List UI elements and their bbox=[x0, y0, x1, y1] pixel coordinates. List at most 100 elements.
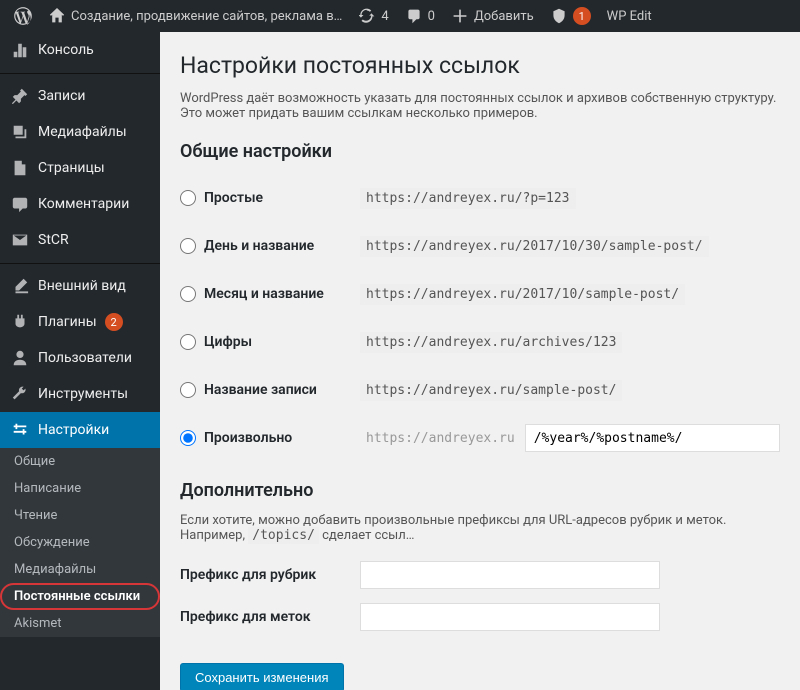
page-icon bbox=[10, 158, 30, 178]
sidebar-item-users[interactable]: Пользователи bbox=[0, 340, 160, 376]
submenu-writing[interactable]: Написание bbox=[0, 475, 160, 502]
option-sample: https://andreyex.ru/archives/123 bbox=[360, 332, 622, 353]
sidebar-item-comments[interactable]: Комментарии bbox=[0, 186, 160, 222]
sidebar-item-posts[interactable]: Записи bbox=[0, 78, 160, 114]
permalink-option-month-name: Месяц и название https://andreyex.ru/201… bbox=[180, 270, 780, 318]
radio-day-name[interactable] bbox=[180, 238, 196, 254]
notifications-badge: 1 bbox=[573, 7, 591, 25]
option-sample: https://andreyex.ru/?p=123 bbox=[360, 188, 576, 209]
submenu-reading[interactable]: Чтение bbox=[0, 502, 160, 529]
option-label: Месяц и название bbox=[204, 286, 324, 302]
sidebar-item-tools[interactable]: Инструменты bbox=[0, 376, 160, 412]
custom-prefix: https://andreyex.ru bbox=[360, 428, 521, 449]
category-prefix-label: Префикс для рубрик bbox=[180, 567, 360, 583]
comments-count: 0 bbox=[428, 9, 435, 24]
option-sample: https://andreyex.ru/2017/10/sample-post/ bbox=[360, 284, 685, 305]
updates-link[interactable]: 4 bbox=[350, 0, 396, 32]
site-home-link[interactable]: Создание, продвижение сайтов, реклама в… bbox=[40, 0, 350, 32]
sidebar-item-dashboard[interactable]: Консоль bbox=[0, 32, 160, 68]
wpedit-label: WP Edit bbox=[607, 9, 652, 24]
radio-custom[interactable] bbox=[180, 430, 196, 446]
sidebar-item-label: Страницы bbox=[38, 160, 105, 176]
sidebar-item-label: Внешний вид bbox=[38, 278, 126, 294]
option-label: Простые bbox=[204, 190, 263, 206]
mail-icon bbox=[10, 230, 30, 250]
wordpress-icon bbox=[14, 7, 32, 25]
sidebar-item-appearance[interactable]: Внешний вид bbox=[0, 268, 160, 304]
wp-logo[interactable] bbox=[6, 0, 40, 32]
sidebar-item-stcr[interactable]: StCR bbox=[0, 222, 160, 258]
sidebar-item-pages[interactable]: Страницы bbox=[0, 150, 160, 186]
sidebar-item-label: Пользователи bbox=[38, 350, 132, 366]
option-label: Название записи bbox=[204, 382, 317, 398]
section-additional-heading: Дополнительно bbox=[180, 480, 780, 501]
update-icon bbox=[358, 7, 376, 25]
sidebar-item-label: Медиафайлы bbox=[38, 124, 127, 140]
plugins-badge: 2 bbox=[105, 313, 123, 331]
wrench-icon bbox=[10, 384, 30, 404]
section-common-heading: Общие настройки bbox=[180, 141, 780, 162]
sidebar-item-label: Консоль bbox=[38, 42, 94, 58]
radio-plain[interactable] bbox=[180, 190, 196, 206]
site-title: Создание, продвижение сайтов, реклама в… bbox=[71, 9, 342, 24]
additional-description: Если хотите, можно добавить произвольные… bbox=[180, 513, 780, 543]
add-new-link[interactable]: Добавить bbox=[443, 0, 542, 32]
option-label: Цифры bbox=[204, 334, 252, 350]
save-button[interactable]: Сохранить изменения bbox=[180, 663, 344, 690]
sidebar-item-label: StCR bbox=[38, 232, 69, 248]
pin-icon bbox=[10, 86, 30, 106]
page-description: WordPress даёт возможность указать для п… bbox=[180, 91, 780, 121]
radio-postname[interactable] bbox=[180, 382, 196, 398]
comments-link[interactable]: 0 bbox=[397, 0, 443, 32]
permalink-option-day-name: День и название https://andreyex.ru/2017… bbox=[180, 222, 780, 270]
wpedit-link[interactable]: WP Edit bbox=[599, 0, 660, 32]
submenu-permalinks[interactable]: Постоянные ссылки bbox=[0, 583, 160, 610]
plugin-icon bbox=[10, 312, 30, 332]
add-new-label: Добавить bbox=[474, 9, 534, 24]
radio-numeric[interactable] bbox=[180, 334, 196, 350]
notifications-link[interactable]: 1 bbox=[542, 0, 599, 32]
permalink-option-numeric: Цифры https://andreyex.ru/archives/123 bbox=[180, 318, 780, 366]
submenu-general[interactable]: Общие bbox=[0, 448, 160, 475]
custom-structure-input[interactable] bbox=[525, 424, 780, 452]
option-sample: https://andreyex.ru/sample-post/ bbox=[360, 380, 622, 401]
submenu-media[interactable]: Медиафайлы bbox=[0, 556, 160, 583]
option-sample: https://andreyex.ru/2017/10/30/sample-po… bbox=[360, 236, 709, 257]
dashboard-icon bbox=[10, 40, 30, 60]
brush-icon bbox=[10, 276, 30, 296]
updates-count: 4 bbox=[381, 9, 388, 24]
category-prefix-row: Префикс для рубрик bbox=[180, 561, 780, 589]
tag-prefix-label: Префикс для меток bbox=[180, 609, 360, 625]
category-prefix-input[interactable] bbox=[360, 561, 660, 589]
comment-icon bbox=[10, 194, 30, 214]
submenu-akismet[interactable]: Akismet bbox=[0, 610, 160, 637]
sidebar-item-label: Плагины bbox=[38, 314, 97, 330]
sidebar-item-label: Записи bbox=[38, 88, 86, 104]
sidebar-item-plugins[interactable]: Плагины 2 bbox=[0, 304, 160, 340]
comment-icon bbox=[405, 7, 423, 25]
home-icon bbox=[48, 7, 66, 25]
permalink-option-custom: Произвольно https://andreyex.ru bbox=[180, 414, 780, 462]
admin-toolbar: Создание, продвижение сайтов, реклама в…… bbox=[0, 0, 800, 32]
sidebar-item-media[interactable]: Медиафайлы bbox=[0, 114, 160, 150]
submenu-discussion[interactable]: Обсуждение bbox=[0, 529, 160, 556]
sliders-icon bbox=[10, 420, 30, 440]
option-label: Произвольно bbox=[204, 430, 292, 446]
sidebar-item-label: Инструменты bbox=[38, 386, 128, 402]
plus-icon bbox=[451, 7, 469, 25]
sidebar-item-settings[interactable]: Настройки bbox=[0, 412, 160, 448]
shield-icon bbox=[550, 7, 568, 25]
permalink-option-plain: Простые https://andreyex.ru/?p=123 bbox=[180, 174, 780, 222]
tag-prefix-input[interactable] bbox=[360, 603, 660, 631]
user-icon bbox=[10, 348, 30, 368]
example-code: /topics/ bbox=[248, 527, 319, 544]
option-label: День и название bbox=[204, 238, 314, 254]
sidebar-item-label: Настройки bbox=[38, 422, 109, 438]
media-icon bbox=[10, 122, 30, 142]
page-title: Настройки постоянных ссылок bbox=[180, 52, 780, 79]
tag-prefix-row: Префикс для меток bbox=[180, 603, 780, 631]
radio-month-name[interactable] bbox=[180, 286, 196, 302]
settings-submenu: Общие Написание Чтение Обсуждение Медиаф… bbox=[0, 448, 160, 637]
admin-sidebar: Консоль Записи Медиафайлы Страницы Комме… bbox=[0, 32, 160, 690]
permalink-option-postname: Название записи https://andreyex.ru/samp… bbox=[180, 366, 780, 414]
